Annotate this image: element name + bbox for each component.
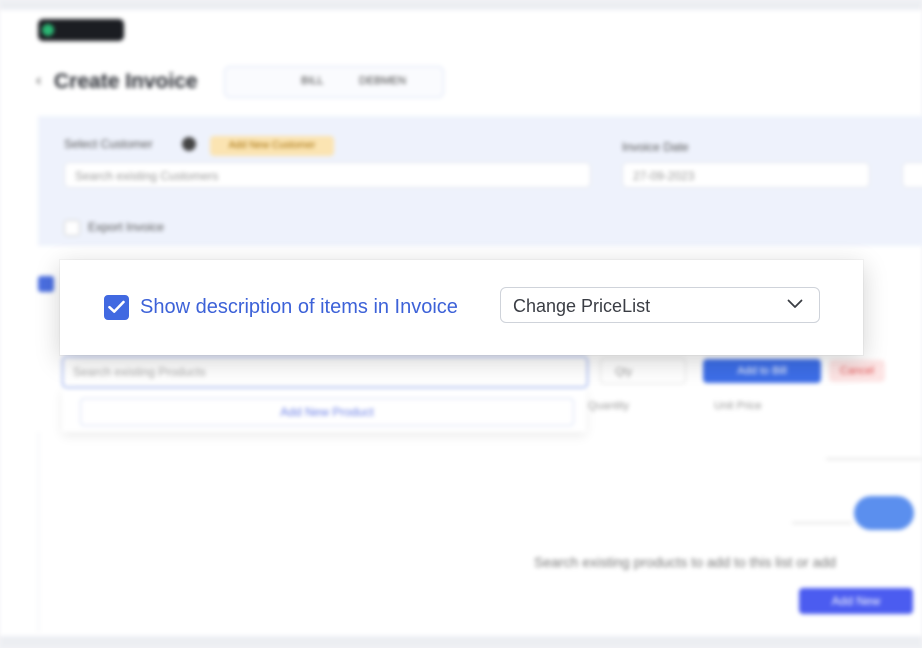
chevron-down-icon	[787, 299, 803, 308]
top-bar	[0, 0, 922, 10]
change-pricelist-select[interactable]: Change PriceList	[500, 287, 820, 323]
column-quantity: Quantity	[588, 400, 629, 412]
highlighted-options-panel: Show description of items in Invoice Cha…	[60, 260, 863, 355]
pricelist-select-value: Change PriceList	[513, 296, 651, 316]
show-description-label[interactable]: Show description of items in Invoice	[140, 295, 458, 319]
add-new-product-button[interactable]: Add New Product	[80, 398, 574, 426]
cancel-button[interactable]: Cancel	[829, 360, 885, 382]
show-description-checkbox[interactable]	[104, 295, 129, 320]
extra-input[interactable]	[902, 162, 922, 188]
invoice-type-tabs[interactable]: BILL DEBMEN	[224, 66, 444, 98]
tab-debit-note[interactable]: DEBMEN	[359, 75, 406, 87]
empty-state-message: Search existing products to add to this …	[534, 554, 836, 570]
illustration-line	[792, 522, 852, 524]
illustration-cloud	[854, 496, 914, 530]
quantity-input[interactable]: Qty	[600, 358, 686, 384]
check-icon	[108, 300, 125, 313]
product-search-placeholder: Search existing Products	[73, 365, 206, 379]
tab-bill[interactable]: BILL	[301, 75, 324, 87]
back-icon[interactable]: ‹	[36, 72, 41, 90]
bottom-edge	[0, 636, 922, 648]
add-new-button[interactable]: Add New	[799, 588, 913, 614]
column-unit-price: Unit Price	[714, 400, 762, 412]
add-to-bill-button[interactable]: Add to Bill	[703, 359, 821, 383]
app-logo	[38, 19, 124, 41]
items-table	[38, 432, 922, 632]
customer-search-input[interactable]: Search existing Customers	[64, 162, 591, 188]
logo-mark	[42, 24, 54, 36]
item-checkbox[interactable]	[38, 276, 54, 292]
info-icon[interactable]	[182, 137, 196, 151]
add-customer-badge[interactable]: Add New Customer	[210, 136, 334, 156]
export-invoice-label: Export Invoice	[88, 220, 165, 234]
illustration-line	[826, 458, 922, 460]
page-title: Create Invoice	[54, 70, 198, 93]
invoice-date-input[interactable]: 27-09-2023	[622, 162, 870, 188]
export-invoice-checkbox[interactable]	[64, 220, 80, 236]
customer-label: Select Customer	[64, 137, 153, 151]
product-search-input[interactable]: Search existing Products	[62, 356, 588, 388]
invoice-date-label: Invoice Date	[622, 140, 689, 154]
